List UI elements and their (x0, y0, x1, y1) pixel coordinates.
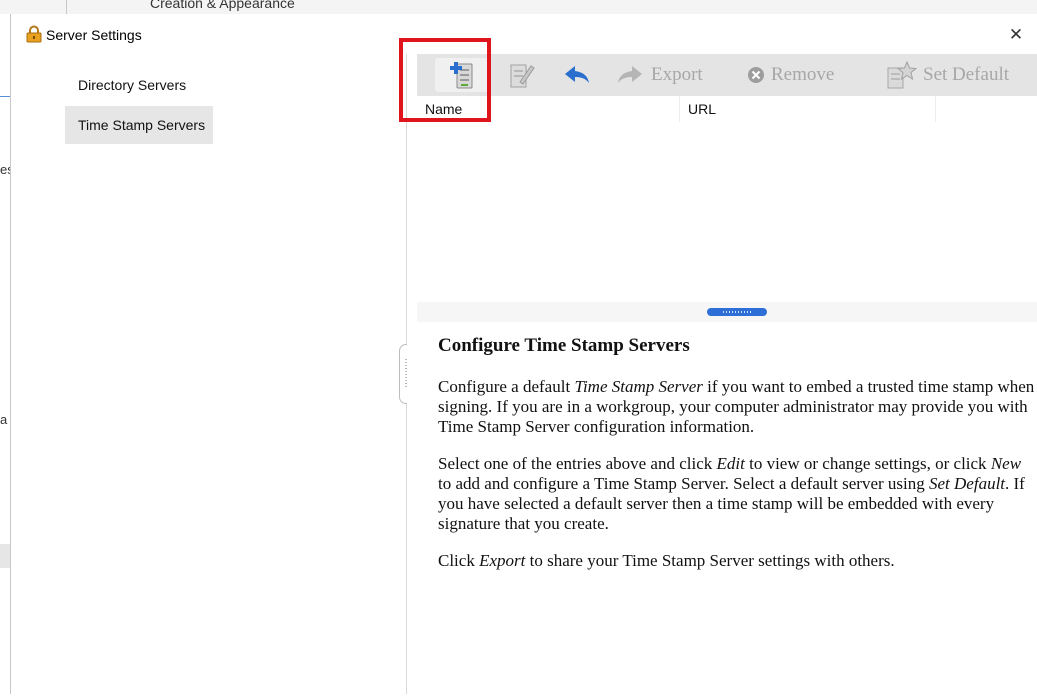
background-window-title: Creation & Appearance (150, 0, 295, 11)
column-divider (935, 96, 936, 122)
remove-icon (747, 66, 765, 84)
column-header-url[interactable]: URL (679, 96, 929, 122)
edit-button[interactable] (497, 58, 545, 92)
help-paragraph: Click Export to share your Time Stamp Se… (438, 551, 895, 570)
toolbar: Export Remove Set Default (417, 54, 1037, 96)
nav-item-label: Directory Servers (78, 77, 187, 93)
server-list[interactable] (417, 122, 1037, 302)
set-default-button[interactable]: Set Default (885, 58, 1009, 92)
import-arrow-icon (562, 63, 592, 87)
help-paragraph: Select one of the entries above and clic… (438, 454, 1025, 533)
export-label: Export (651, 64, 703, 85)
dialog-titlebar: Server Settings ✕ (11, 14, 1037, 54)
background-window-header: Creation & Appearance (0, 0, 1037, 14)
new-button[interactable] (435, 58, 489, 92)
time-stamp-servers-panel: Export Remove Set Default Name URL Confi… (407, 54, 1037, 694)
help-heading: Configure Time Stamp Servers (438, 335, 690, 356)
set-default-label: Set Default (923, 64, 1010, 85)
background-text-fragment: a (0, 412, 8, 427)
background-accent-line (0, 96, 10, 97)
background-block (0, 544, 10, 568)
new-server-icon (448, 60, 476, 90)
set-default-star-icon (885, 60, 917, 90)
export-arrow-icon (615, 63, 645, 87)
export-button[interactable]: Export (615, 58, 703, 92)
splitter-grip-icon (707, 308, 767, 316)
close-button[interactable]: ✕ (1003, 24, 1029, 46)
server-settings-dialog: Server Settings ✕ Directory Servers Time… (10, 14, 1037, 694)
edit-icon (506, 60, 536, 90)
nav-item-label: Time Stamp Servers (78, 117, 206, 133)
column-header-name[interactable]: Name (425, 96, 675, 122)
nav-item-time-stamp-servers[interactable]: Time Stamp Servers (65, 106, 213, 144)
nav-item-directory-servers[interactable]: Directory Servers (65, 66, 213, 104)
server-type-nav: Directory Servers Time Stamp Servers (11, 54, 413, 694)
dialog-title: Server Settings (46, 27, 142, 43)
horizontal-splitter[interactable] (417, 302, 1037, 322)
remove-label: Remove (771, 64, 835, 85)
background-divider (66, 0, 67, 14)
server-list-header: Name URL (417, 96, 1037, 122)
background-window-edge: es a (0, 14, 14, 697)
help-panel: Configure Time Stamp Servers Configure a… (438, 335, 1037, 588)
import-button[interactable] (557, 58, 597, 92)
remove-button[interactable]: Remove (747, 58, 834, 92)
help-paragraph: Configure a default Time Stamp Server if… (438, 377, 1035, 436)
close-icon: ✕ (1008, 25, 1024, 44)
lock-icon (25, 25, 43, 43)
